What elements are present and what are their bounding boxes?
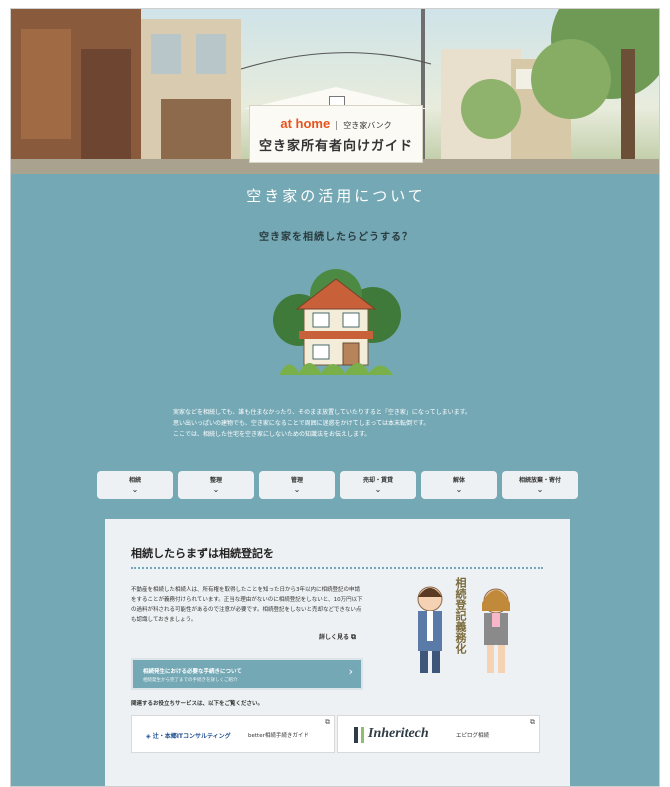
service-desc: エピログ相続 [456, 733, 490, 739]
service-name: Inheritech [368, 726, 429, 741]
chevron-down-icon: ⌄ [212, 485, 220, 494]
tab-label: 解体 [452, 477, 465, 484]
external-link-icon: ⧉ [530, 718, 535, 726]
tab-organize[interactable]: 整理 ⌄ [178, 471, 254, 499]
procedure-title: 相続発生における必要な手続きについて [143, 669, 242, 675]
section-subtitle: 空き家を相続したらどうする？ [259, 232, 413, 243]
intro-line: 実家などを相続しても、誰も住まなかったり、そのまま放置していたりすると「空き家」… [173, 409, 472, 416]
tab-label: 管理 [290, 477, 303, 484]
chevron-down-icon: ⌄ [293, 485, 301, 494]
procedure-subtitle: 相続発生から完了までの手続きを詳しくご紹介 [143, 678, 238, 683]
section-title: 空き家の活用について [246, 187, 426, 205]
registration-figure: 相続登記義務化 [410, 577, 520, 677]
service-logo: ◈ 辻・本郷ITコンサルティング [146, 733, 231, 740]
more-link[interactable]: 詳しく見る ⧉ [319, 632, 356, 642]
hero-banner: at home 空き家バンク 空き家所有者向けガイド [11, 9, 659, 174]
tab-inheritance[interactable]: 相続 ⌄ [97, 471, 173, 499]
chevron-down-icon: ⌄ [536, 485, 544, 494]
more-label: 詳しく見る [319, 634, 350, 641]
tab-label: 相続 [128, 477, 141, 484]
intro-text: 実家などを相続しても、誰も住まなかったり、そのまま放置していたりすると「空き家」… [173, 407, 499, 440]
tab-label: 相続放棄・寄付 [518, 477, 561, 484]
tab-label: 整理 [209, 477, 222, 484]
card-body-text: 不動産を相続した相続人は、所有権を取得したことを知った日から3年以内に相続登記の… [131, 587, 363, 623]
service-name: 辻・本郷ITコンサルティング [152, 733, 231, 740]
tab-sell-rent[interactable]: 売却・賃貸 ⌄ [340, 471, 416, 499]
intro-line: ここでは、相続した住宅を空き家にしないための知識法をお伝えします。 [173, 431, 371, 438]
topic-nav: 相続 ⌄ 整理 ⌄ 管理 ⌄ 売却・賃貸 ⌄ 解体 ⌄ 相続放棄・寄付 ⌄ [97, 471, 578, 499]
service-link-inheritech[interactable]: ⧉ Inheritech エピログ相続 [337, 715, 540, 753]
page-frame: at home 空き家バンク 空き家所有者向けガイド 空き家の活用について 空き家… [10, 8, 660, 787]
inheritance-card: 相続したらまずは相続登記を 不動産を相続した相続人は、所有権を取得したことを知っ… [105, 519, 570, 786]
mandatory-registration-text: 相続登記義務化 [454, 577, 467, 654]
service-link-tsuji-hongo[interactable]: ⧉ ◈ 辻・本郷ITコンサルティング better相続手続きガイド [131, 715, 335, 753]
chevron-right-icon: › [348, 665, 353, 678]
inheritech-mark-icon [354, 727, 364, 743]
house-illustration [273, 269, 401, 375]
card-title: 相続したらまずは相続登記を [131, 547, 274, 560]
tab-label: 売却・賃貸 [362, 477, 393, 484]
external-link-icon: ⧉ [351, 633, 357, 641]
chevron-down-icon: ⌄ [374, 485, 382, 494]
guide-title: 空き家所有者向けガイド [258, 139, 413, 154]
external-link-icon: ⧉ [325, 718, 330, 726]
chevron-down-icon: ⌄ [131, 485, 139, 494]
service-desc: better相続手続きガイド [248, 733, 309, 739]
dotted-divider [131, 567, 543, 569]
procedure-banner[interactable]: 相続発生における必要な手続きについて 相続発生から完了までの手続きを詳しくご紹介… [131, 658, 363, 690]
tab-management[interactable]: 管理 ⌄ [259, 471, 335, 499]
site-logo[interactable]: at home 空き家バンク 空き家所有者向けガイド [249, 105, 423, 163]
intro-line: 思い出いっぱいの建物でも、空き家になることで周囲に迷惑をかけてしまっては本末転倒… [173, 420, 430, 427]
tab-renounce-donate[interactable]: 相続放棄・寄付 ⌄ [502, 471, 578, 499]
bank-label: 空き家バンク [336, 121, 392, 130]
brand-name: at home [280, 116, 331, 131]
related-services-label: 関連するお役立ちサービスは、以下をご覧ください。 [131, 701, 264, 707]
tab-demolition[interactable]: 解体 ⌄ [421, 471, 497, 499]
chevron-down-icon: ⌄ [455, 485, 463, 494]
